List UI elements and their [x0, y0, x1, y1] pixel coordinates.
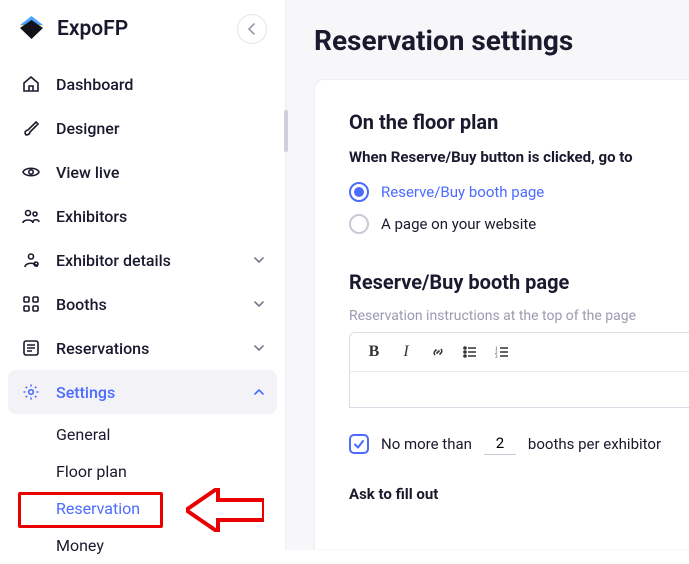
instructions-caption: Reservation instructions at the top of t… [349, 308, 689, 324]
sidebar-item-exhibitors[interactable]: Exhibitors [8, 194, 277, 238]
bold-button[interactable]: B [360, 339, 388, 365]
brush-icon [20, 117, 42, 139]
eye-icon [20, 161, 42, 183]
users-icon [20, 205, 42, 227]
settings-subnav: General Floor plan Reservation Money [8, 414, 277, 564]
nav-label: Exhibitors [56, 207, 127, 226]
brand-text: ExpoFP [57, 17, 128, 41]
collapse-sidebar-button[interactable] [237, 14, 267, 44]
home-icon [20, 73, 42, 95]
italic-button[interactable]: I [392, 339, 420, 365]
sidebar-item-reservations[interactable]: Reservations [8, 326, 277, 370]
svg-text:3: 3 [495, 355, 498, 360]
subnav-item-general[interactable]: General [8, 416, 277, 453]
list-icon [20, 337, 42, 359]
brand-row: ExpoFP [0, 0, 285, 58]
subnav-item-money[interactable]: Money [8, 527, 277, 564]
subnav-item-floor-plan[interactable]: Floor plan [8, 453, 277, 490]
nav-label: Dashboard [56, 75, 133, 94]
sidebar-item-settings[interactable]: Settings [8, 370, 277, 414]
chevron-down-icon [253, 254, 265, 266]
user-detail-icon [20, 249, 42, 271]
booth-limit-row: No more than booths per exhibitor [349, 432, 689, 455]
link-button[interactable] [424, 339, 452, 365]
sidebar-item-booths[interactable]: Booths [8, 282, 277, 326]
nav-label: Exhibitor details [56, 251, 171, 270]
chevron-up-icon [253, 386, 265, 398]
sidebar-item-view-live[interactable]: View live [8, 150, 277, 194]
radio-icon [349, 182, 369, 202]
sidebar: ExpoFP Dashboard Designer View live [0, 0, 285, 550]
grid-icon [20, 293, 42, 315]
numbered-list-icon: 123 [494, 344, 510, 360]
panel-resize-handle[interactable] [284, 110, 288, 152]
page-title: Reservation settings [314, 24, 689, 57]
section-heading-booth-page: Reserve/Buy booth page [349, 270, 689, 294]
logo-icon [18, 16, 45, 43]
limit-suffix: booths per exhibitor [528, 435, 661, 453]
chevron-down-icon [253, 342, 265, 354]
main-content: Reservation settings On the floor plan W… [285, 0, 689, 550]
limit-prefix: No more than [381, 435, 472, 453]
settings-panel: On the floor plan When Reserve/Buy butto… [314, 79, 689, 549]
nav-label: Settings [56, 383, 115, 402]
subnav-item-reservation[interactable]: Reservation [8, 490, 277, 527]
bullet-list-icon [462, 344, 478, 360]
gear-icon [20, 381, 42, 403]
radio-icon [349, 214, 369, 234]
instructions-textarea[interactable] [350, 372, 689, 407]
nav-label: View live [56, 163, 119, 182]
nav-label: Designer [56, 119, 120, 138]
radio-option-external-page[interactable]: A page on your website [349, 214, 689, 234]
radio-option-booth-page[interactable]: Reserve/Buy booth page [349, 182, 689, 202]
check-icon [353, 438, 365, 450]
limit-checkbox[interactable] [349, 434, 369, 454]
radio-label: A page on your website [381, 215, 536, 233]
link-icon [430, 344, 446, 360]
section-subheading-floor: When Reserve/Buy button is clicked, go t… [349, 148, 689, 166]
sidebar-item-designer[interactable]: Designer [8, 106, 277, 150]
numbered-list-button[interactable]: 123 [488, 339, 516, 365]
nav-label: Booths [56, 295, 107, 314]
chevron-down-icon [253, 298, 265, 310]
limit-count-input[interactable] [484, 432, 516, 455]
instructions-editor: B I 123 [349, 332, 689, 408]
chevron-left-icon [246, 23, 258, 35]
nav: Dashboard Designer View live Exhibitors [0, 58, 285, 564]
editor-toolbar: B I 123 [350, 333, 689, 372]
bullet-list-button[interactable] [456, 339, 484, 365]
sidebar-item-exhibitor-details[interactable]: Exhibitor details [8, 238, 277, 282]
section-heading-floor: On the floor plan [349, 110, 689, 134]
section-heading-ask: Ask to fill out [349, 485, 689, 503]
sidebar-item-dashboard[interactable]: Dashboard [8, 62, 277, 106]
destination-radio-group: Reserve/Buy booth page A page on your we… [349, 182, 689, 234]
radio-label: Reserve/Buy booth page [381, 183, 544, 201]
nav-label: Reservations [56, 339, 149, 358]
